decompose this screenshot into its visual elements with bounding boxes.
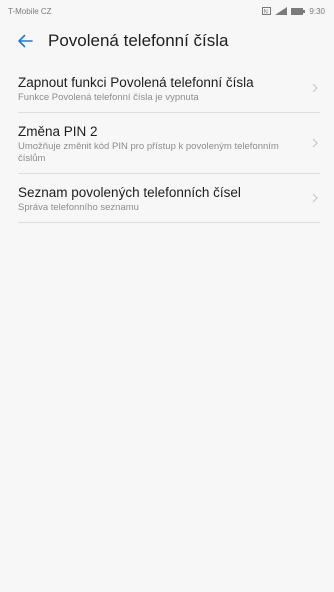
item-title: Zapnout funkci Povolená telefonní čísla (18, 75, 254, 90)
page-title: Povolená telefonní čísla (48, 31, 229, 50)
signal-icon (275, 7, 288, 15)
item-subtitle: Funkce Povolená telefonní čísla je vypnu… (18, 92, 199, 103)
chevron-right-icon (310, 191, 320, 205)
status-bar: T-Mobile CZ N 9:30 (0, 0, 334, 22)
list-item-change-pin2[interactable]: Změna PIN 2 Umožňuje změnit kód PIN pro … (18, 113, 320, 174)
battery-icon (291, 7, 306, 15)
chevron-right-icon (310, 81, 320, 95)
item-subtitle: Umožňuje změnit kód PIN pro přístup k po… (18, 141, 279, 164)
carrier-name: T-Mobile CZ (8, 6, 52, 16)
item-subtitle: Správa telefonního seznamu (18, 202, 139, 213)
app-bar: Povolená telefonní čísla (0, 22, 334, 60)
item-title: Změna PIN 2 (18, 124, 98, 139)
item-title: Seznam povolených telefonních čísel (18, 185, 241, 200)
svg-text:N: N (264, 10, 268, 16)
list-item-fdn-list[interactable]: Seznam povolených telefonních čísel Sprá… (18, 174, 320, 223)
nfc-icon: N (262, 7, 272, 16)
chevron-right-icon (310, 136, 320, 150)
settings-list: Zapnout funkci Povolená telefonní čísla … (0, 64, 334, 223)
status-time: 9:30 (309, 6, 325, 16)
arrow-left-icon[interactable] (16, 32, 34, 50)
list-item-enable-fdn[interactable]: Zapnout funkci Povolená telefonní čísla … (18, 64, 320, 113)
status-icons: N 9:30 (262, 7, 325, 16)
